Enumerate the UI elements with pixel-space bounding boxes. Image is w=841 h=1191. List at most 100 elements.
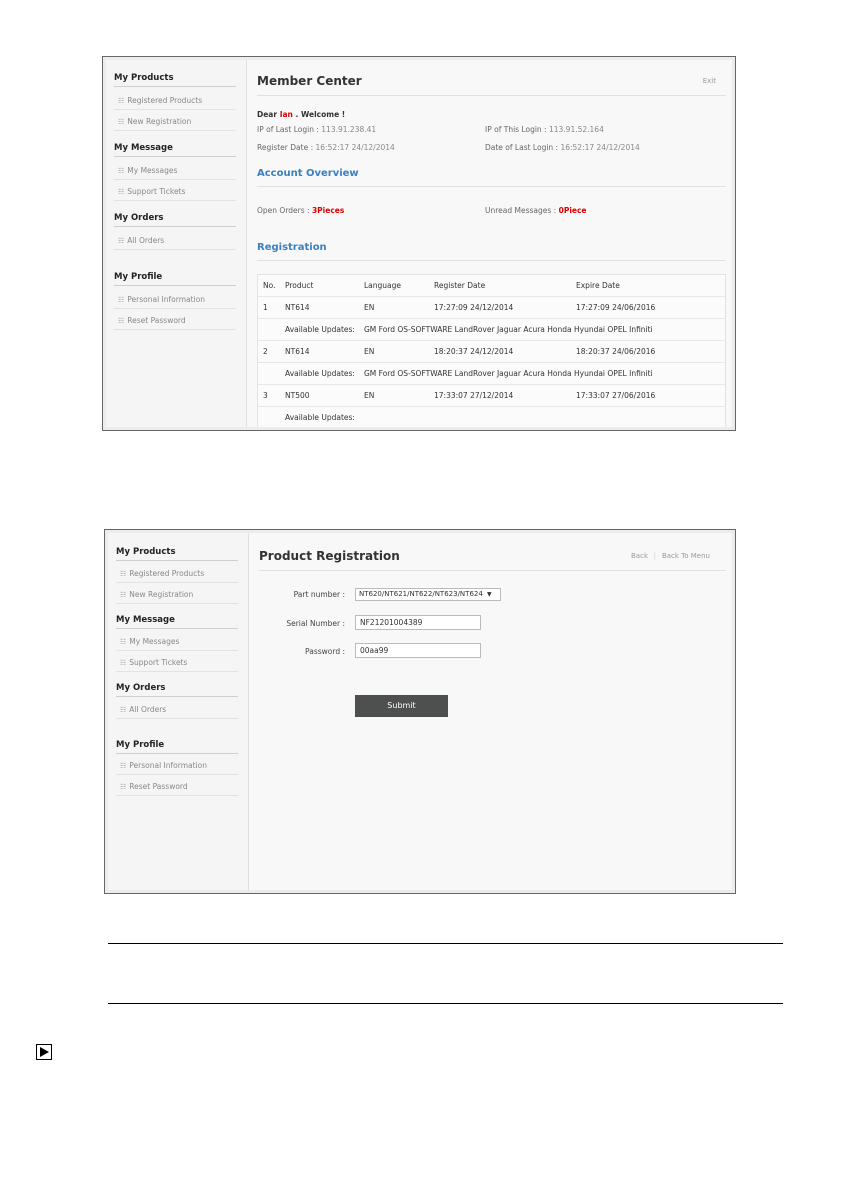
password-label: Password : (305, 647, 345, 656)
list-icon: ☷ (120, 706, 127, 714)
row-product: NT500 (285, 391, 310, 400)
unread-messages: Unread Messages : 0Piece (485, 206, 587, 215)
list-icon: ☷ (118, 118, 125, 126)
row-register-date: 17:33:07 27/12/2014 (434, 391, 514, 400)
sidebar-item-personal-information[interactable]: ☷ Personal Information (114, 295, 236, 309)
ip-last-login: IP of Last Login : 113.91.238.41 (257, 125, 376, 134)
row-product: NT614 (285, 347, 310, 356)
table-updates-row: Available Updates: (258, 407, 725, 427)
list-icon: ☷ (120, 659, 127, 667)
sidebar-item-registered-products[interactable]: ☷ Registered Products (114, 96, 236, 110)
sidebar: My Products ☷ Registered Products ☷ New Re… (106, 60, 247, 427)
list-icon: ☷ (118, 296, 125, 304)
registration-heading: Registration (257, 242, 327, 253)
last-login-label: Date of Last Login : (485, 143, 559, 152)
register-date-label: Register Date : (257, 143, 314, 152)
ip-this-login-value: 113.91.52.164 (548, 125, 604, 134)
col-header-no: No. (263, 281, 276, 290)
sidebar-section-my-orders: My Orders (116, 683, 238, 697)
main-content: Product Registration Back | Back To Menu… (249, 533, 732, 890)
sidebar-item-new-registration[interactable]: ☷ New Registration (114, 117, 236, 131)
unread-messages-value[interactable]: 0Piece (559, 206, 587, 215)
open-orders-label: Open Orders : (257, 206, 310, 215)
page-title: Member Center (257, 74, 362, 88)
sidebar-item-support-tickets[interactable]: ☷ Support Tickets (116, 658, 238, 672)
sidebar-section-my-orders: My Orders (114, 213, 236, 227)
note-top-rule (108, 943, 783, 944)
link-separator: | (653, 552, 656, 560)
sidebar-section-my-products: My Products (114, 73, 236, 87)
table-row[interactable]: 1 NT614 EN 17:27:09 24/12/2014 17:27:09 … (258, 297, 725, 319)
sidebar-item-my-messages[interactable]: ☷ My Messages (116, 637, 238, 651)
serial-number-label: Serial Number : (286, 619, 345, 628)
ip-last-login-label: IP of Last Login : (257, 125, 319, 134)
row-register-date: 18:20:37 24/12/2014 (434, 347, 514, 356)
row-language: EN (364, 391, 375, 400)
sidebar-item-label: My Messages (129, 637, 180, 646)
back-to-menu-link[interactable]: Back To Menu (662, 552, 710, 560)
table-row[interactable]: 3 NT500 EN 17:33:07 27/12/2014 17:33:07 … (258, 385, 725, 407)
note-bottom-rule (108, 1003, 783, 1004)
sidebar-item-label: All Orders (129, 705, 167, 714)
sidebar-section-my-profile: My Profile (114, 272, 236, 286)
sidebar-item-reset-password[interactable]: ☷ Reset Password (116, 782, 238, 796)
row-language: EN (364, 303, 375, 312)
member-center-window: My Products ☷ Registered Products ☷ New Re… (106, 60, 732, 427)
welcome-line: Dear Ian . Welcome ! (257, 110, 345, 119)
main-content: Member Center Exit Dear Ian . Welcome ! … (247, 60, 732, 427)
sidebar-item-label: Support Tickets (129, 658, 188, 667)
sidebar-section-my-message: My Message (114, 143, 236, 157)
col-header-product: Product (285, 281, 314, 290)
sidebar-item-personal-information[interactable]: ☷ Personal Information (116, 761, 238, 775)
part-number-select[interactable]: NT620/NT621/NT622/NT623/NT624 ▼ (355, 588, 501, 601)
row-register-date: 17:27:09 24/12/2014 (434, 303, 514, 312)
row-no: 1 (263, 303, 268, 312)
sidebar-item-label: Reset Password (127, 316, 186, 325)
list-icon: ☷ (118, 188, 125, 196)
table-updates-row: Available Updates: GM Ford OS-SOFTWARE L… (258, 363, 725, 385)
sidebar-section-my-message: My Message (116, 615, 238, 629)
member-center-screenshot: My Products ☷ Registered Products ☷ New Re… (102, 56, 736, 431)
exit-link[interactable]: Exit (703, 77, 716, 85)
ip-last-login-value: 113.91.238.41 (321, 125, 377, 134)
page-title: Product Registration (259, 549, 400, 563)
sidebar-item-label: Personal Information (127, 295, 205, 304)
last-login-date: Date of Last Login : 16:52:17 24/12/2014 (485, 143, 640, 152)
product-registration-screenshot: My Products ☷ Registered Products ☷ New Re… (104, 529, 736, 894)
play-icon-glyph (40, 1047, 49, 1057)
password-input[interactable] (355, 643, 481, 658)
table-row[interactable]: 2 NT614 EN 18:20:37 24/12/2014 18:20:37 … (258, 341, 725, 363)
open-orders: Open Orders : 3Pieces (257, 206, 344, 215)
registration-divider (257, 260, 726, 261)
submit-button[interactable]: Submit (355, 695, 448, 717)
table-updates-row: Available Updates: GM Ford OS-SOFTWARE L… (258, 319, 725, 341)
part-number-value: NT620/NT621/NT622/NT623/NT624 (359, 590, 483, 598)
row-no: 3 (263, 391, 268, 400)
list-icon: ☷ (120, 638, 127, 646)
sidebar-item-label: Personal Information (129, 761, 207, 770)
list-icon: ☷ (118, 237, 125, 245)
sidebar-item-registered-products[interactable]: ☷ Registered Products (116, 569, 238, 583)
sidebar-item-my-messages[interactable]: ☷ My Messages (114, 166, 236, 180)
ip-this-login-label: IP of This Login : (485, 125, 547, 134)
sidebar-item-all-orders[interactable]: ☷ All Orders (114, 236, 236, 250)
back-link[interactable]: Back (631, 552, 648, 560)
sidebar-item-all-orders[interactable]: ☷ All Orders (116, 705, 238, 719)
title-divider (257, 95, 726, 96)
unread-messages-label: Unread Messages : (485, 206, 557, 215)
sidebar-item-new-registration[interactable]: ☷ New Registration (116, 590, 238, 604)
register-date-value: 16:52:17 24/12/2014 (315, 143, 395, 152)
user-name: Ian (279, 110, 293, 119)
updates-label: Available Updates: (285, 413, 355, 422)
greeting-suffix: . Welcome ! (295, 110, 346, 119)
open-orders-value[interactable]: 3Pieces (312, 206, 344, 215)
account-overview-divider (257, 186, 726, 187)
sidebar-item-label: New Registration (127, 117, 192, 126)
serial-number-input[interactable] (355, 615, 481, 630)
sidebar: My Products ☷ Registered Products ☷ New Re… (108, 533, 249, 890)
greeting-prefix: Dear (257, 110, 278, 119)
title-divider (259, 570, 726, 571)
row-product: NT614 (285, 303, 310, 312)
sidebar-item-reset-password[interactable]: ☷ Reset Password (114, 316, 236, 330)
sidebar-item-support-tickets[interactable]: ☷ Support Tickets (114, 187, 236, 201)
